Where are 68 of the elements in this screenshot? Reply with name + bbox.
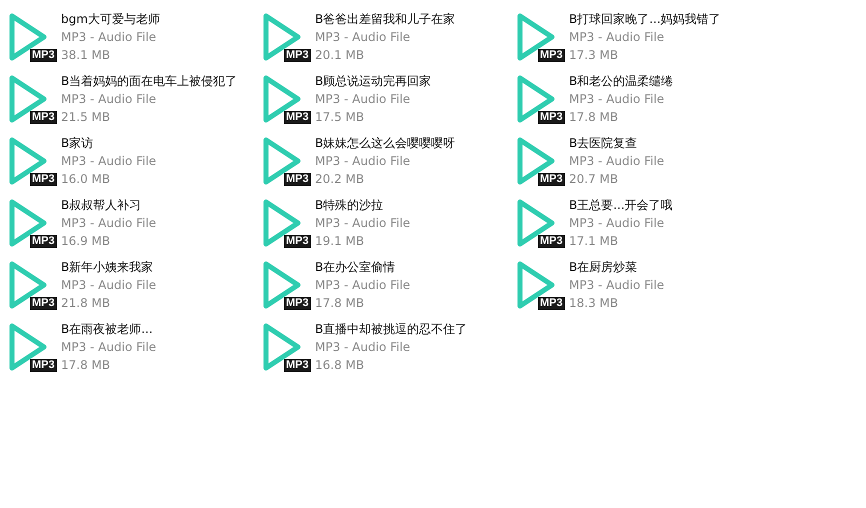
file-type-badge: MP3 xyxy=(30,359,57,372)
file-type-badge: MP3 xyxy=(284,297,311,310)
file-name: B打球回家晚了...妈妈我错了 xyxy=(569,11,721,28)
file-size: 16.0 MB xyxy=(61,171,112,188)
file-name: B叔叔帮人补习 xyxy=(61,197,142,214)
file-type-badge: MP3 xyxy=(538,111,565,124)
file-name: B特殊的沙拉 xyxy=(315,197,384,214)
file-type-badge: MP3 xyxy=(30,111,57,124)
file-type: MP3 - Audio File xyxy=(61,91,158,108)
file-type-badge: MP3 xyxy=(538,235,565,248)
file-type: MP3 - Audio File xyxy=(315,277,410,294)
file-type-badge: MP3 xyxy=(538,173,565,186)
file-size: 19.1 MB xyxy=(315,233,366,250)
file-type-badge: MP3 xyxy=(30,49,57,62)
file-name: B在办公室偷情 xyxy=(315,259,396,276)
file-type: MP3 - Audio File xyxy=(569,153,664,170)
file-type-badge: MP3 xyxy=(284,359,311,372)
file-type: MP3 - Audio File xyxy=(315,153,412,170)
file-name: B直播中却被挑逗的忍不住了 xyxy=(315,321,468,338)
file-type: MP3 - Audio File xyxy=(61,277,156,294)
file-size: 17.8 MB xyxy=(61,357,112,374)
file-type: MP3 - Audio File xyxy=(569,277,664,294)
file-type-badge: MP3 xyxy=(284,235,311,248)
file-type: MP3 - Audio File xyxy=(61,29,158,46)
file-size: 18.3 MB xyxy=(569,295,620,312)
file-size: 16.8 MB xyxy=(315,357,366,374)
file-type-badge: MP3 xyxy=(284,173,311,186)
file-size: 17.5 MB xyxy=(315,109,366,126)
file-type: MP3 - Audio File xyxy=(569,91,666,108)
file-name: B当着妈妈的面在电车上被侵犯了 xyxy=(61,73,238,90)
file-type-badge: MP3 xyxy=(284,49,311,62)
file-type-badge: MP3 xyxy=(30,235,57,248)
file-type: MP3 - Audio File xyxy=(61,153,156,170)
file-name: B和老公的温柔缱绻 xyxy=(569,73,674,90)
file-name: B妹妹怎么这么会嘤嘤嘤呀 xyxy=(315,135,456,152)
file-type-badge: MP3 xyxy=(284,111,311,124)
file-type: MP3 - Audio File xyxy=(569,29,666,46)
file-name: B在厨房炒菜 xyxy=(569,259,638,276)
file-name: bgm大可爱与老师 xyxy=(61,11,160,28)
file-size: 20.1 MB xyxy=(315,47,366,64)
file-type: MP3 - Audio File xyxy=(569,215,666,232)
file-size: 21.5 MB xyxy=(61,109,112,126)
file-type-badge: MP3 xyxy=(538,49,565,62)
file-size: 17.3 MB xyxy=(569,47,620,64)
file-name: B家访 xyxy=(61,135,94,152)
file-size: 17.8 MB xyxy=(315,295,366,312)
file-size: 21.8 MB xyxy=(61,295,112,312)
file-size: 16.9 MB xyxy=(61,233,112,250)
file-type-badge: MP3 xyxy=(30,297,57,310)
file-type-badge: MP3 xyxy=(30,173,57,186)
file-type: MP3 - Audio File xyxy=(315,339,412,356)
file-name: B去医院复查 xyxy=(569,135,638,152)
file-size: 17.1 MB xyxy=(569,233,620,250)
file-size: 20.2 MB xyxy=(315,171,366,188)
file-name: B新年小姨来我家 xyxy=(61,259,154,276)
file-size: 17.8 MB xyxy=(569,109,620,126)
file-type: MP3 - Audio File xyxy=(61,339,156,356)
file-size: 20.7 MB xyxy=(569,171,620,188)
file-size: 38.1 MB xyxy=(61,47,112,64)
file-type: MP3 - Audio File xyxy=(61,215,156,232)
file-name: B在雨夜被老师... xyxy=(61,321,154,338)
file-name: B顾总说运动完再回家 xyxy=(315,73,432,90)
file-type: MP3 - Audio File xyxy=(315,215,410,232)
file-type: MP3 - Audio File xyxy=(315,29,412,46)
file-type: MP3 - Audio File xyxy=(315,91,412,108)
file-type-badge: MP3 xyxy=(538,297,565,310)
file-name: B爸爸出差留我和儿子在家 xyxy=(315,11,456,28)
file-name: B王总要...开会了哦 xyxy=(569,197,673,214)
